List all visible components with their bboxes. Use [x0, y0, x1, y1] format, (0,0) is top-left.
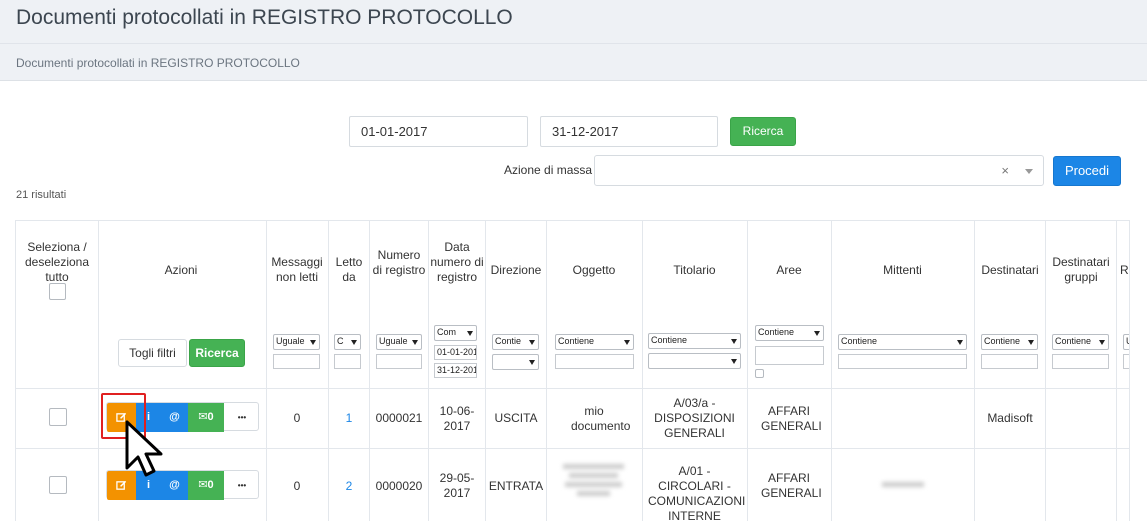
- column-header-next[interactable]: R: [1120, 263, 1129, 278]
- column-header-classification[interactable]: Titolario: [644, 263, 745, 278]
- documents-table: Seleziona / deseleziona tutto Azioni Mes…: [15, 220, 1130, 521]
- row-unread: 0: [293, 479, 301, 493]
- page-title: Documenti protocollati in REGISTRO PROTO…: [16, 6, 513, 29]
- envelope-icon: ✉: [198, 411, 208, 423]
- results-count: 21 risultati: [16, 189, 67, 201]
- envelope-icon: ✉: [198, 479, 208, 491]
- row-reg-number: 0000020: [375, 479, 423, 493]
- filter-reg-date-to[interactable]: 31-12-201: [434, 363, 477, 378]
- filter-search-button[interactable]: Ricerca: [189, 339, 245, 367]
- row-reg-date: 10-06-2017: [439, 404, 475, 433]
- filter-reg-date-from[interactable]: 01-01-201: [434, 345, 477, 360]
- filter-group-recipients-input[interactable]: [1052, 354, 1109, 369]
- filter-senders-select[interactable]: Contiene: [838, 334, 967, 350]
- filter-next-input[interactable]: [1123, 354, 1129, 369]
- filter-unread-input[interactable]: [273, 354, 320, 369]
- filter-group-recipients-select[interactable]: Contiene: [1052, 334, 1109, 350]
- filter-subject-input[interactable]: [555, 354, 634, 369]
- row-read-by[interactable]: 1: [330, 411, 368, 426]
- filter-recipients-input[interactable]: [981, 354, 1038, 369]
- toggle-filters-button[interactable]: Togli filtri: [118, 339, 187, 367]
- filter-areas-select[interactable]: Contiene: [755, 325, 824, 341]
- row-reg-date: 29-05-2017: [439, 471, 475, 500]
- row-subject-redacted: [561, 460, 626, 508]
- column-header-subject[interactable]: Oggetto: [548, 263, 640, 278]
- column-header-actions: Azioni: [164, 263, 198, 277]
- filter-direction-value-select[interactable]: [492, 354, 539, 370]
- email-button[interactable]: @: [161, 471, 188, 500]
- column-header-unread[interactable]: Messaggi non letti: [268, 255, 326, 285]
- date-to-input[interactable]: 31-12-2017: [540, 116, 718, 147]
- filter-areas-checkbox[interactable]: [755, 369, 764, 378]
- filter-unread-select[interactable]: Uguale: [273, 334, 320, 350]
- page-header: Documenti protocollati in REGISTRO PROTO…: [0, 0, 1147, 44]
- clear-icon[interactable]: ×: [1001, 163, 1009, 178]
- breadcrumb[interactable]: Documenti protocollati in REGISTRO PROTO…: [16, 56, 300, 70]
- mass-action-label: Azione di massa: [504, 163, 593, 177]
- row-senders-redacted: [882, 480, 924, 490]
- column-header-reg-date[interactable]: Data numero di registro: [430, 240, 484, 285]
- filter-reg-number-input[interactable]: [376, 354, 422, 369]
- row-direction: ENTRATA: [488, 479, 544, 493]
- row-areas: AFFARI GENERALI: [761, 404, 822, 433]
- column-header-senders[interactable]: Mittenti: [833, 263, 972, 278]
- filter-read-by-select[interactable]: C: [334, 334, 361, 350]
- row-classification: A/01 - CIRCOLARI -COMUNICAZIONI INTERNE: [648, 464, 746, 521]
- mass-action-select[interactable]: ×: [594, 155, 1044, 186]
- mail-count-button[interactable]: ✉0: [188, 471, 224, 500]
- more-options-button[interactable]: •••: [225, 403, 259, 432]
- search-button[interactable]: Ricerca: [730, 117, 796, 146]
- column-header-group-recipients[interactable]: Destinatari gruppi: [1047, 255, 1115, 285]
- column-header-areas[interactable]: Aree: [749, 263, 829, 278]
- filter-direction-select[interactable]: Contie: [492, 334, 539, 350]
- filter-read-by-input[interactable]: [334, 354, 361, 369]
- proceed-button[interactable]: Procedi: [1053, 156, 1121, 186]
- row-select-checkbox[interactable]: [49, 408, 67, 426]
- filter-reg-date-select[interactable]: Com: [434, 325, 477, 341]
- row-select-checkbox[interactable]: [49, 476, 67, 494]
- column-header-recipients[interactable]: Destinatari: [976, 263, 1044, 278]
- row-subject: mio documento: [571, 404, 631, 433]
- filter-senders-input[interactable]: [838, 354, 967, 369]
- column-header-direction[interactable]: Direzione: [487, 263, 545, 278]
- row-unread: 0: [293, 411, 301, 425]
- edit-icon: [116, 480, 127, 490]
- filter-classification-select[interactable]: Contiene: [648, 333, 741, 349]
- date-from-input[interactable]: 01-01-2017: [349, 116, 528, 147]
- row-classification: A/03/a - DISPOSIZIONI GENERALI: [654, 396, 735, 440]
- row-areas: AFFARI GENERALI: [761, 471, 822, 500]
- row-recipients: Madisoft: [987, 411, 1033, 425]
- breadcrumb-bar: Documenti protocollati in REGISTRO PROTO…: [0, 44, 1147, 81]
- column-header-read-by[interactable]: Letto da: [330, 255, 368, 285]
- row-reg-number: 0000021: [375, 411, 423, 425]
- row-direction: USCITA: [494, 411, 538, 425]
- mail-count-button[interactable]: ✉0: [188, 403, 224, 432]
- filter-reg-number-select[interactable]: Uguale: [376, 334, 422, 350]
- email-button[interactable]: @: [161, 403, 188, 432]
- chevron-down-icon[interactable]: [1025, 169, 1033, 174]
- more-options-button[interactable]: •••: [225, 471, 259, 500]
- filter-classification-value-select[interactable]: [648, 353, 741, 369]
- filter-subject-select[interactable]: Contiene: [555, 334, 634, 350]
- filter-next-select[interactable]: U: [1123, 334, 1129, 350]
- row-read-by[interactable]: 2: [330, 479, 368, 494]
- filter-areas-input[interactable]: [755, 346, 824, 365]
- mouse-cursor-icon: [125, 420, 163, 477]
- column-header-select-all: Seleziona / deseleziona tutto: [24, 240, 90, 284]
- filter-recipients-select[interactable]: Contiene: [981, 334, 1038, 350]
- column-header-reg-number[interactable]: Numero di registro: [372, 248, 426, 278]
- select-all-checkbox[interactable]: [49, 283, 66, 300]
